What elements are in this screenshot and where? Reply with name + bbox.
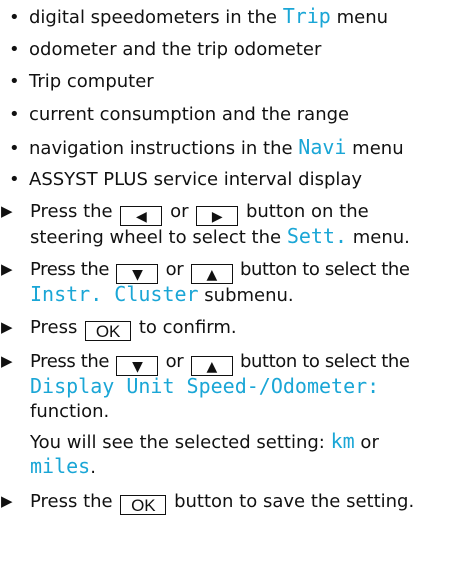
bullet-text: menu — [346, 138, 404, 159]
left-arrow-icon: ◀ — [135, 209, 147, 225]
down-button-key: ▼ — [116, 356, 159, 376]
step-arrow-icon: ▶ — [1, 352, 13, 370]
ok-button-key: OK — [120, 495, 167, 515]
display-text-sett: Sett. — [286, 224, 348, 248]
up-button-key: ▲ — [190, 264, 233, 284]
step-text: steering wheel to select the — [30, 227, 287, 248]
step-text: . — [90, 457, 96, 478]
step-text: Press — [30, 317, 84, 338]
step4-line2: Display Unit Speed-/Odometer: — [30, 375, 379, 399]
step-text: or — [160, 259, 189, 280]
step-text: Press the — [30, 351, 115, 372]
step-text: submenu. — [198, 285, 294, 306]
bullet-item-navigation: • navigation instructions in the Navi men… — [9, 136, 404, 160]
ok-button-key: OK — [85, 321, 132, 341]
right-button-key: ▶ — [196, 206, 239, 226]
step-text: or — [354, 432, 379, 453]
right-arrow-icon: ▶ — [211, 209, 223, 225]
down-button-key: ▼ — [116, 264, 159, 284]
step-text: to confirm. — [133, 317, 237, 338]
step-text: function. — [30, 401, 110, 422]
bullet-text: current consumption and the range — [29, 104, 350, 125]
bullet-item-odometer: • odometer and the trip odometer — [9, 38, 321, 61]
bullet-item-assyst: • ASSYST PLUS service interval display — [9, 168, 362, 191]
bullet-text: menu — [330, 7, 389, 28]
bullet-dot: • — [9, 39, 20, 60]
step-arrow-icon: ▶ — [1, 318, 13, 336]
step-text: or — [160, 351, 189, 372]
step-text: or — [164, 201, 195, 222]
step5-line1: Press the OK button to save the setting. — [30, 490, 414, 515]
bullet-item-speedometers: • digital speedometers in the Trip menu — [9, 5, 388, 29]
step-text: Press the — [30, 201, 119, 222]
bullet-item-trip-computer: • Trip computer — [9, 70, 154, 93]
display-text-trip: Trip — [282, 4, 331, 28]
step4-line1: Press the ▼ or ▲ button to select the — [30, 350, 410, 376]
bullet-text: Trip computer — [29, 71, 154, 92]
step4-line3: function. — [30, 400, 109, 423]
up-arrow-icon: ▲ — [206, 267, 217, 283]
step2-line2: Instr. Cluster submenu. — [30, 283, 294, 307]
bullet-dot: • — [9, 138, 20, 159]
step4-line4: You will see the selected setting: km or — [30, 430, 379, 454]
step-arrow-icon: ▶ — [1, 492, 13, 510]
step-text: Press the — [30, 491, 119, 512]
step-text: Press the — [30, 259, 115, 280]
step1-line2: steering wheel to select the Sett. menu. — [30, 225, 410, 249]
step3-line1: Press OK to confirm. — [30, 316, 237, 341]
step-arrow-icon: ▶ — [1, 260, 13, 278]
manual-page: • digital speedometers in the Trip menu •… — [0, 0, 461, 567]
bullet-text: digital speedometers in the — [29, 7, 283, 28]
display-text-km: km — [330, 429, 355, 453]
up-button-key: ▲ — [190, 356, 233, 376]
step-arrow-icon: ▶ — [1, 202, 13, 220]
display-text-instr-cluster: Instr. Cluster — [30, 282, 199, 306]
step2-line1: Press the ▼ or ▲ button to select the — [30, 258, 410, 284]
bullet-text: ASSYST PLUS service interval display — [29, 169, 363, 190]
bullet-text: navigation instructions in the — [29, 138, 299, 159]
display-text-miles: miles — [30, 454, 91, 478]
bullet-dot: • — [9, 71, 20, 92]
step-text: button to select the — [234, 351, 410, 372]
step-text: menu. — [347, 227, 410, 248]
step-text: button on the — [240, 201, 369, 222]
step1-line1: Press the ◀ or ▶ button on the — [30, 200, 369, 226]
display-text-display-unit: Display Unit Speed-/Odometer: — [30, 374, 380, 398]
step4-line5: miles. — [30, 455, 96, 479]
bullet-item-consumption: • current consumption and the range — [9, 103, 349, 126]
step-text: button to save the setting. — [168, 491, 415, 512]
bullet-text: odometer and the trip odometer — [29, 39, 322, 60]
bullet-dot: • — [9, 7, 20, 28]
step-text: You will see the selected setting: — [30, 432, 331, 453]
bullet-dot: • — [9, 169, 20, 190]
bullet-dot: • — [9, 104, 20, 125]
left-button-key: ◀ — [120, 206, 163, 226]
display-text-navi: Navi — [298, 135, 347, 159]
step-text: button to select the — [234, 259, 410, 280]
